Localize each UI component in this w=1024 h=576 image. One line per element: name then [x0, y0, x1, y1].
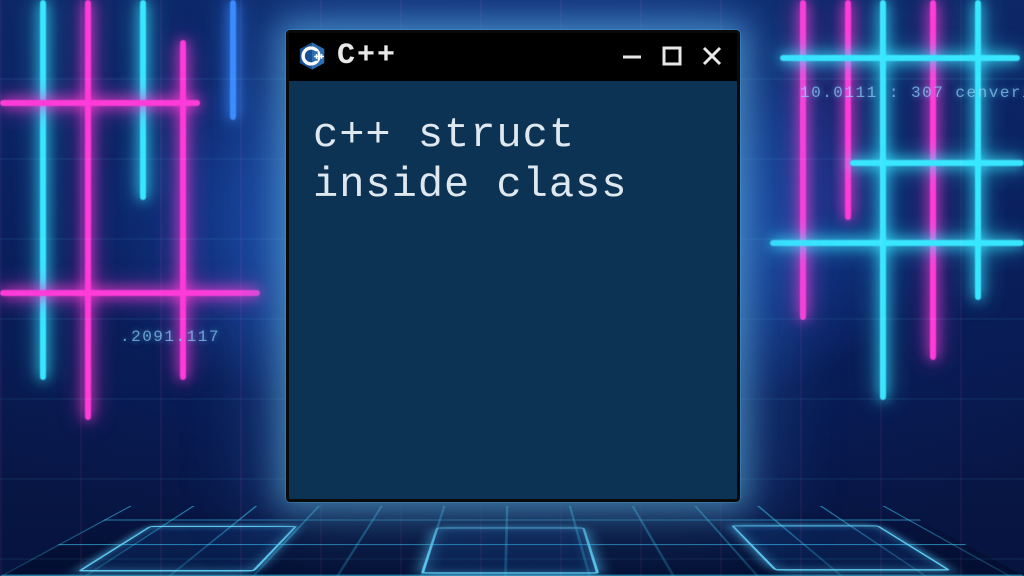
window-controls — [617, 41, 727, 71]
maximize-button[interactable] — [657, 41, 687, 71]
bg-decor-text-left: .2091.117 — [120, 328, 220, 346]
cpp-logo-icon — [297, 41, 327, 71]
bg-decor-text-right: 10.0111 : 307 cenveri — [800, 84, 1024, 102]
floor-grid — [0, 506, 1024, 576]
app-window: C++ c++ struct inside class — [286, 30, 740, 502]
window-title: C++ — [337, 39, 397, 73]
window-body: c++ struct inside class — [289, 81, 737, 230]
body-text: c++ struct inside class — [313, 111, 713, 210]
titlebar[interactable]: C++ — [289, 33, 737, 81]
close-button[interactable] — [697, 41, 727, 71]
minimize-button[interactable] — [617, 41, 647, 71]
